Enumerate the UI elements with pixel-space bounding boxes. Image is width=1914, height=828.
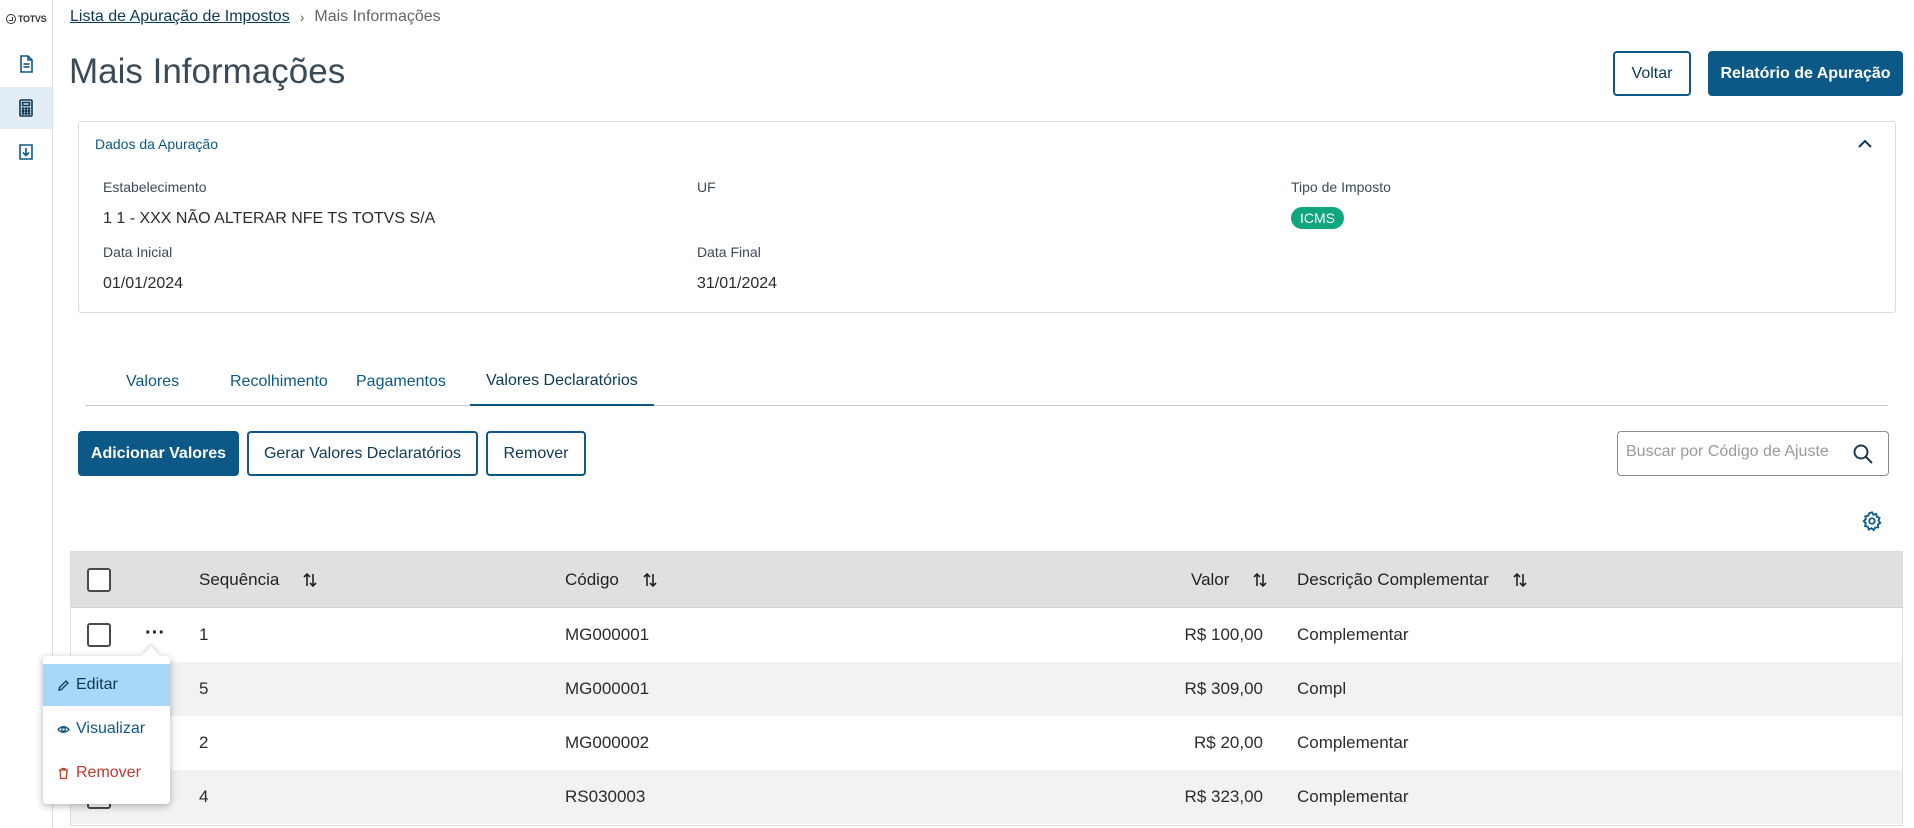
totvs-logo-icon	[6, 14, 16, 24]
sort-icon[interactable]	[641, 571, 659, 589]
column-label: Sequência	[199, 570, 280, 589]
tab-pagamentos[interactable]: Pagamentos	[340, 358, 462, 406]
eye-icon	[57, 725, 70, 733]
menu-item-label: Remover	[76, 764, 141, 781]
back-button[interactable]: Voltar	[1613, 51, 1691, 96]
cell-valor: R$ 323,00	[1184, 787, 1263, 806]
pencil-icon	[58, 679, 69, 691]
column-label: Código	[565, 570, 619, 589]
cell-sequencia: 4	[199, 787, 209, 806]
add-values-button[interactable]: Adicionar Valores	[78, 431, 239, 476]
totvs-logo: TOTVS	[6, 14, 47, 24]
menu-item-label: Editar	[76, 676, 118, 693]
column-header-descricao[interactable]: Descrição Complementar	[1297, 570, 1529, 590]
download-document-icon	[19, 144, 33, 160]
table-row[interactable]: ··· 5 MG000001 R$ 309,00 Compl	[71, 662, 1902, 716]
cell-valor: R$ 309,00	[1184, 679, 1263, 698]
sidebar-item-document[interactable]	[0, 43, 52, 85]
cell-descricao: Compl	[1297, 679, 1347, 698]
sort-icon[interactable]	[301, 571, 319, 589]
breadcrumb-current: Mais Informações	[314, 8, 441, 25]
estabelecimento-label: Estabelecimento	[103, 179, 207, 195]
search-field[interactable]	[1617, 431, 1889, 476]
column-label: Descrição Complementar	[1297, 570, 1489, 589]
cell-codigo: MG000001	[565, 679, 650, 698]
menu-item-label: Visualizar	[76, 720, 146, 737]
tipo-imposto-tag: ICMS	[1291, 207, 1344, 229]
column-label: Valor	[1191, 570, 1230, 589]
cell-descricao: Complementar	[1297, 625, 1409, 644]
breadcrumb-parent-link[interactable]: Lista de Apuração de Impostos	[70, 8, 290, 26]
generate-values-button[interactable]: Gerar Valores Declaratórios	[247, 431, 478, 476]
column-header-sequencia[interactable]: Sequência	[199, 570, 319, 590]
data-inicial-label: Data Inicial	[103, 244, 173, 260]
table-row[interactable]: ··· 2 MG000002 R$ 20,00 Complementar	[71, 716, 1902, 770]
cell-valor: R$ 100,00	[1184, 625, 1263, 644]
cell-valor: R$ 20,00	[1194, 733, 1263, 752]
tipo-imposto-label: Tipo de Imposto	[1291, 179, 1391, 195]
report-button[interactable]: Relatório de Apuração	[1708, 51, 1903, 96]
data-final-label: Data Final	[697, 244, 761, 260]
column-header-codigo[interactable]: Código	[565, 570, 659, 590]
sort-icon[interactable]	[1511, 571, 1529, 589]
search-input[interactable]	[1626, 443, 1846, 461]
chevron-up-icon[interactable]	[1855, 134, 1875, 154]
more-options-icon[interactable]: ···	[145, 623, 165, 643]
remove-button[interactable]: Remover	[486, 431, 586, 476]
data-inicial-value: 01/01/2024	[103, 275, 184, 292]
values-table: Sequência Código Valor Descrição Complem…	[70, 551, 1903, 826]
logo-text: TOTVS	[18, 14, 47, 24]
cell-codigo: MG000002	[565, 733, 650, 752]
search-icon[interactable]	[1852, 443, 1874, 465]
table-header: Sequência Código Valor Descrição Complem…	[71, 552, 1902, 608]
chevron-right-icon: ›	[299, 9, 305, 25]
menu-item-visualizar[interactable]: Visualizar	[43, 708, 170, 750]
data-final-value: 31/01/2024	[697, 275, 778, 292]
menu-item-editar[interactable]: Editar	[43, 664, 170, 706]
column-header-valor[interactable]: Valor	[1191, 570, 1269, 590]
apuracao-card: Dados da Apuração Estabelecimento 1 1 - …	[78, 121, 1896, 313]
cell-codigo: MG000001	[565, 625, 650, 644]
card-title: Dados da Apuração	[95, 136, 218, 152]
select-all-checkbox[interactable]	[87, 568, 111, 592]
uf-label: UF	[697, 179, 716, 195]
cell-codigo: RS030003	[565, 787, 646, 806]
breadcrumb: Lista de Apuração de Impostos › Mais Inf…	[70, 8, 441, 26]
menu-item-remover[interactable]: Remover	[43, 752, 170, 794]
cell-descricao: Complementar	[1297, 787, 1409, 806]
cell-sequencia: 5	[199, 679, 209, 698]
row-actions-popup: Editar Visualizar Remover	[43, 656, 170, 804]
tab-recolhimento[interactable]: Recolhimento	[214, 358, 344, 406]
row-checkbox[interactable]	[87, 623, 111, 647]
table-row[interactable]: ··· 4 RS030003 R$ 323,00 Complementar	[71, 770, 1902, 824]
trash-icon	[59, 767, 68, 779]
tab-valores[interactable]: Valores	[110, 358, 195, 406]
cell-sequencia: 2	[199, 733, 209, 752]
sidebar-item-calculator[interactable]	[0, 87, 52, 129]
tab-valores-declaratorios[interactable]: Valores Declaratórios	[470, 358, 654, 406]
page-title: Mais Informações	[69, 52, 346, 91]
estabelecimento-value: 1 1 - XXX NÃO ALTERAR NFE TS TOTVS S/A	[103, 210, 436, 227]
sidebar-item-download[interactable]	[0, 131, 52, 173]
calculator-icon	[19, 99, 33, 117]
sort-icon[interactable]	[1251, 571, 1269, 589]
cell-sequencia: 1	[199, 625, 209, 644]
cell-descricao: Complementar	[1297, 733, 1409, 752]
gear-icon[interactable]	[1861, 510, 1883, 532]
document-icon	[20, 55, 33, 73]
tabs: Valores Recolhimento Pagamentos Valores …	[86, 358, 1888, 406]
table-row[interactable]: ··· 1 MG000001 R$ 100,00 Complementar	[71, 608, 1902, 662]
